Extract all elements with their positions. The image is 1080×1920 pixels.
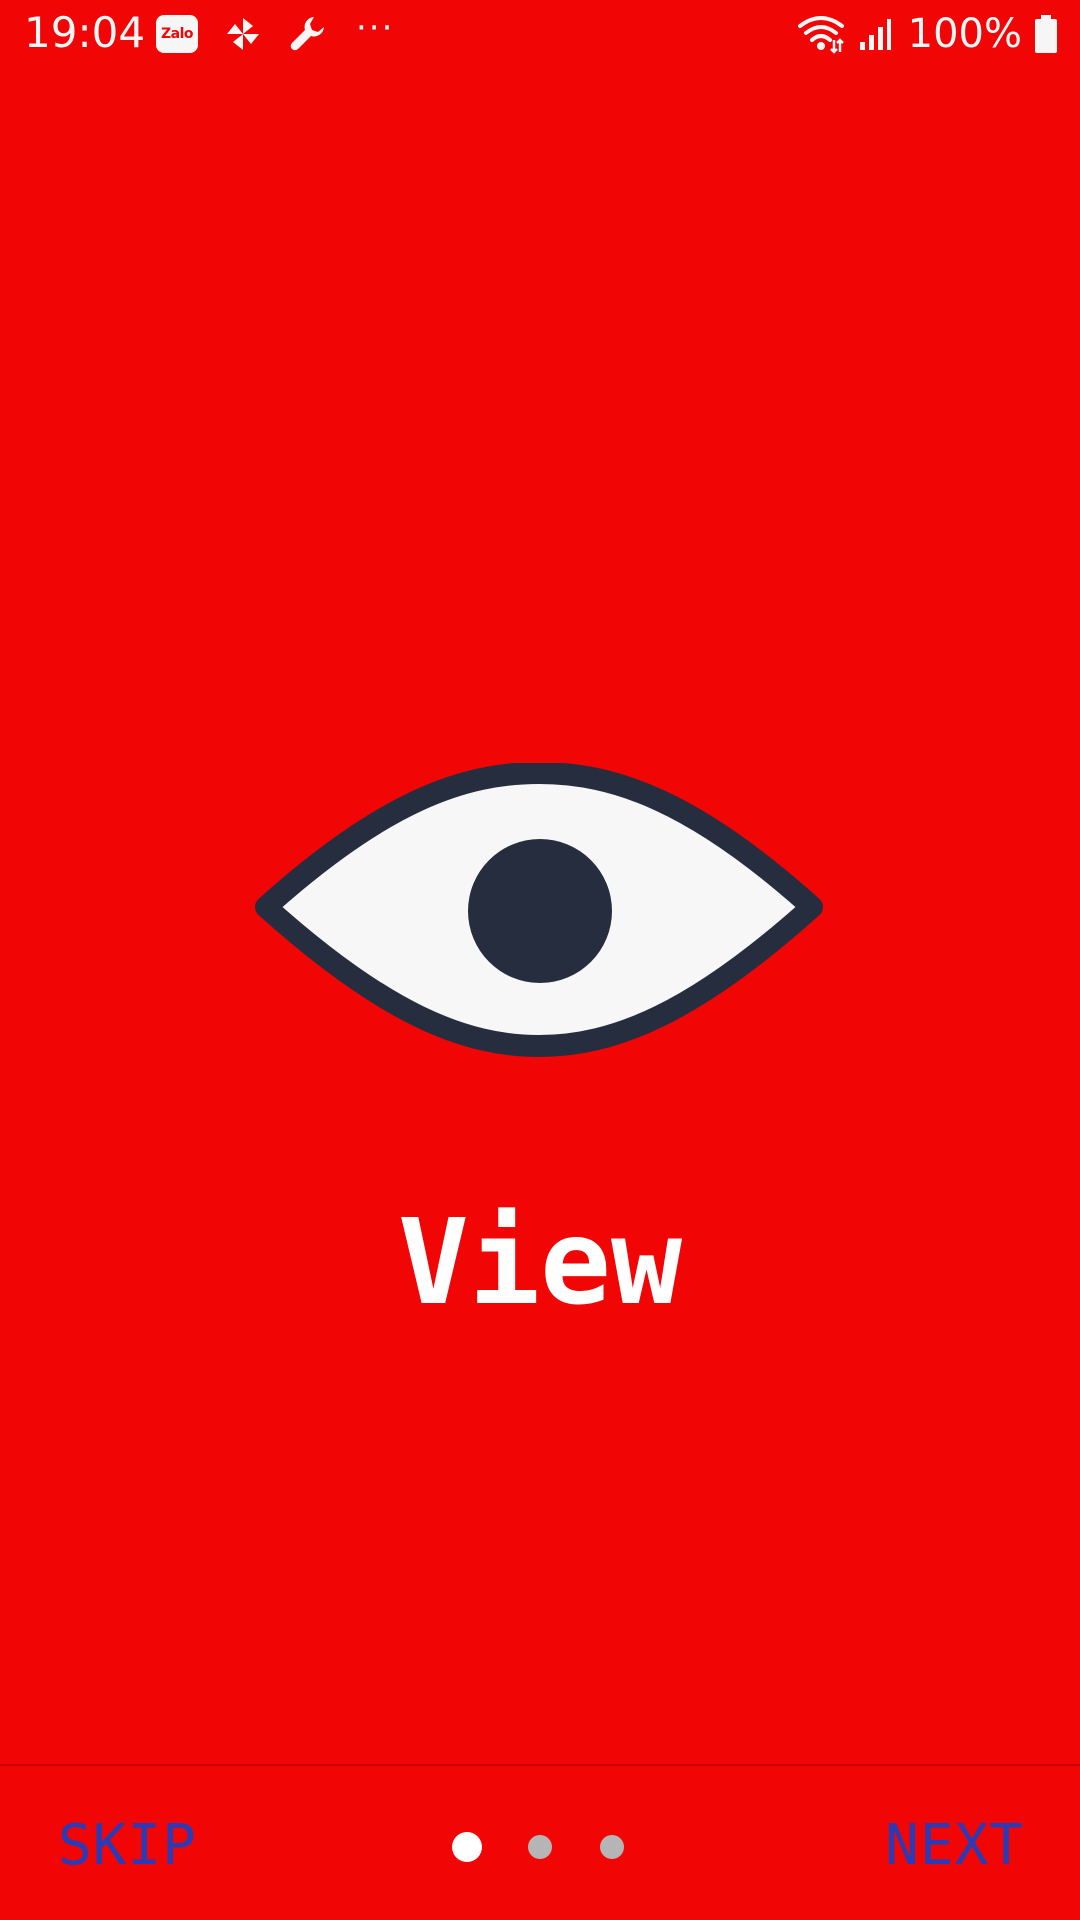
page-dot-active[interactable] — [452, 1832, 482, 1862]
status-bar: 19:04 Zalo ··· 100% — [0, 0, 1080, 66]
page-dot[interactable] — [528, 1835, 552, 1859]
wifi-icon — [797, 16, 844, 54]
onboarding-title: View — [397, 1193, 683, 1331]
onboarding-screen: 19:04 Zalo ··· 100% View SKIP NEXT — [0, 0, 1080, 1920]
signal-icon — [859, 19, 891, 50]
pinwheel-icon — [227, 18, 259, 50]
eye-icon — [255, 763, 823, 1057]
page-dot[interactable] — [600, 1835, 624, 1859]
battery-icon — [1035, 15, 1057, 53]
more-dots-icon: ··· — [356, 8, 395, 48]
next-button[interactable]: NEXT — [885, 1814, 1024, 1878]
system-status-icons: 100% — [796, 12, 1058, 56]
zalo-icon: Zalo — [156, 15, 198, 53]
notification-icons: Zalo ··· — [156, 8, 395, 56]
wrench-icon — [290, 17, 324, 51]
page-indicator — [452, 1832, 628, 1862]
status-time: 19:04 — [24, 8, 146, 57]
battery-percentage: 100% — [907, 11, 1022, 57]
onboarding-navigation: SKIP NEXT — [0, 1764, 1080, 1920]
skip-button[interactable]: SKIP — [58, 1814, 197, 1878]
